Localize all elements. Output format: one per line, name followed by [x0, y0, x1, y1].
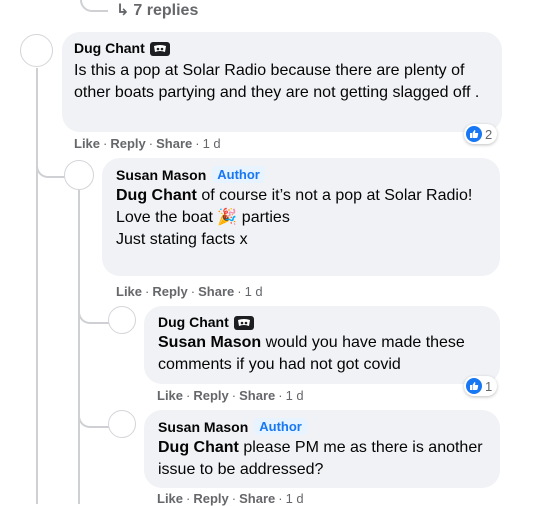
comment-actions: Like · Reply · Share · 1 d [116, 284, 263, 299]
comment-bubble: Susan Mason Author Dug Chant please PM me… [144, 410, 500, 488]
author-badge: Author [254, 418, 307, 435]
like-button[interactable]: Like [74, 136, 100, 151]
thumbs-up-icon [466, 126, 482, 142]
avatar[interactable] [108, 410, 136, 438]
comment-author[interactable]: Susan Mason Author [116, 166, 486, 183]
party-popper-emoji: 🎉 [217, 209, 238, 226]
comment-text: Dug Chant please PM me as there is anoth… [158, 439, 483, 478]
mention-link[interactable]: Susan Mason [158, 334, 261, 351]
timestamp[interactable]: 1 d [286, 388, 304, 403]
avatar[interactable] [64, 160, 94, 190]
author-badge: Author [212, 166, 265, 183]
view-replies-link[interactable]: ↳ 7 replies [116, 0, 198, 20]
comment-author[interactable]: Dug Chant [158, 314, 486, 330]
thread-connector-dug-2 [78, 300, 110, 324]
avatar[interactable] [108, 306, 136, 334]
comment-text: Dug Chant of course it’s not a pop at So… [116, 187, 473, 204]
share-button[interactable]: Share [239, 388, 275, 403]
comment-text: Susan Mason would you have made these co… [158, 334, 465, 373]
timestamp[interactable]: 1 d [245, 284, 263, 299]
reply-arrow-icon: ↳ [116, 2, 130, 19]
thumbs-up-icon [466, 378, 482, 394]
comment-text-line: Just stating facts x [116, 231, 248, 248]
comment-actions: Like · Reply · Share · 1 d [157, 388, 304, 403]
share-button[interactable]: Share [198, 284, 234, 299]
reply-button[interactable]: Reply [193, 388, 228, 403]
top-fan-badge-icon [149, 42, 170, 56]
timestamp[interactable]: 1 d [203, 136, 221, 151]
comment-text-line: Love the boat 🎉 parties [116, 209, 290, 226]
top-fan-badge-icon [233, 316, 254, 330]
share-button[interactable]: Share [156, 136, 192, 151]
comment-bubble: Susan Mason Author Dug Chant of course it… [102, 158, 500, 276]
avatar[interactable] [20, 34, 53, 67]
reply-button[interactable]: Reply [110, 136, 145, 151]
reaction-summary[interactable]: 1 [464, 376, 498, 396]
comment-text: Is this a pop at Solar Radio because the… [74, 62, 480, 101]
comment-author[interactable]: Dug Chant [74, 40, 490, 56]
thread-line-nested [78, 190, 80, 504]
comment-author[interactable]: Susan Mason Author [158, 418, 486, 435]
comment-bubble: Dug Chant Susan Mason would you have mad… [144, 306, 500, 384]
mention-link[interactable]: Dug Chant [158, 439, 239, 456]
reply-button[interactable]: Reply [152, 284, 187, 299]
thread-line-outer [36, 68, 38, 504]
comment-bubble: Dug Chant Is this a pop at Solar Radio b… [62, 32, 502, 132]
comment-actions: Like · Reply · Share · 1 d [74, 136, 221, 151]
mention-link[interactable]: Dug Chant [116, 187, 197, 204]
reaction-summary[interactable]: 2 [464, 124, 498, 144]
thread-connector-top [80, 0, 108, 12]
thread-connector-susan-2 [78, 404, 110, 428]
like-button[interactable]: Like [116, 284, 142, 299]
like-button[interactable]: Like [157, 388, 183, 403]
